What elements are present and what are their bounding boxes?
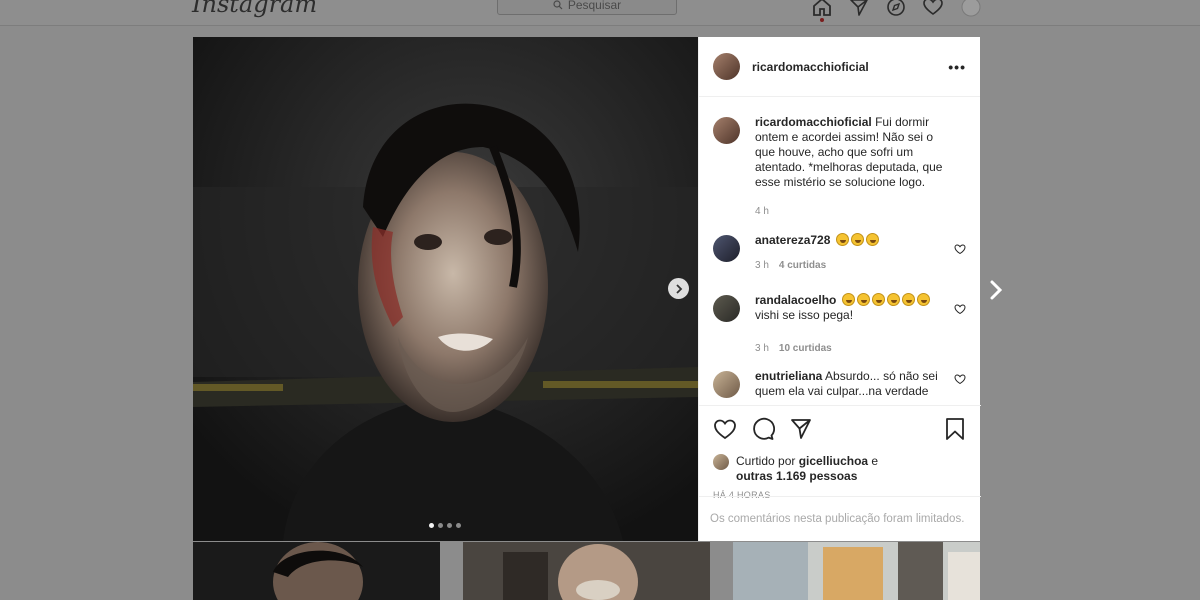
comment-item: anatereza728 3 h 4 curtidas xyxy=(713,233,966,293)
liked-by-suffix: e xyxy=(871,454,879,468)
caption: ricardomacchioficial Fui dormir ontem e … xyxy=(713,115,966,233)
carousel-dot xyxy=(438,523,443,528)
commenter-username[interactable]: anatereza728 xyxy=(755,233,830,247)
commenter-username[interactable]: enutrieliana xyxy=(755,369,822,383)
post-modal: ricardomacchioficial ••• ricardomacchiof… xyxy=(193,37,981,541)
carousel-dot xyxy=(429,523,434,528)
activity-heart-icon[interactable] xyxy=(922,0,944,18)
carousel-next-button[interactable] xyxy=(668,278,689,299)
chevron-right-icon xyxy=(676,283,683,294)
comment-time[interactable]: 3 h xyxy=(755,260,769,271)
caption-avatar[interactable] xyxy=(713,117,740,144)
active-page-indicator xyxy=(820,18,824,22)
home-icon[interactable] xyxy=(811,0,833,18)
laughing-emoji-icon xyxy=(841,293,855,306)
comments-list[interactable]: ricardomacchioficial Fui dormir ontem e … xyxy=(699,97,980,407)
share-icon[interactable] xyxy=(789,417,813,441)
laughing-emoji-icon xyxy=(916,293,930,306)
liker-avatar[interactable] xyxy=(713,454,729,470)
laughing-emoji-icon xyxy=(856,293,870,306)
related-post-thumbnail[interactable] xyxy=(193,542,440,600)
liked-by: Curtido por gicelliuchoa e outras 1.169 … xyxy=(713,454,967,484)
comment-time[interactable]: 3 h xyxy=(755,343,769,354)
related-post-thumbnail[interactable] xyxy=(733,542,980,600)
caption-time[interactable]: 4 h xyxy=(755,206,769,217)
direct-icon[interactable] xyxy=(848,0,870,18)
laughing-emoji-icon xyxy=(865,233,879,246)
instagram-logo[interactable]: Instagram xyxy=(192,0,317,18)
liked-by-prefix: Curtido por xyxy=(736,454,796,468)
more-options-icon[interactable]: ••• xyxy=(948,59,966,75)
photo-scene xyxy=(193,37,698,541)
comment-like-heart-icon[interactable] xyxy=(954,373,966,385)
search-icon xyxy=(553,0,563,9)
comment-item: enutrieliana Absurdo... só não sei quem … xyxy=(713,369,966,407)
top-navigation: Instagram Pesquisar xyxy=(0,0,1200,26)
comment-likes[interactable]: 10 curtidas xyxy=(779,343,832,354)
related-posts-grid xyxy=(193,542,980,600)
comment-like-heart-icon[interactable] xyxy=(954,243,966,255)
post-sidebar: ricardomacchioficial ••• ricardomacchiof… xyxy=(698,37,981,541)
post-photo[interactable] xyxy=(193,37,698,541)
liked-by-user[interactable]: gicelliuchoa xyxy=(799,454,868,468)
like-heart-icon[interactable] xyxy=(713,417,737,441)
commenter-avatar[interactable] xyxy=(713,235,740,262)
post-actions: Curtido por gicelliuchoa e outras 1.169 … xyxy=(699,405,981,500)
related-post-thumbnail[interactable] xyxy=(463,542,710,600)
laughing-emoji-icon xyxy=(871,293,885,306)
author-avatar[interactable] xyxy=(713,53,740,80)
author-username[interactable]: ricardomacchioficial xyxy=(752,60,869,74)
laughing-emoji-icon xyxy=(901,293,915,306)
laughing-emoji-icon xyxy=(835,233,849,246)
save-bookmark-icon[interactable] xyxy=(943,417,967,441)
commenter-avatar[interactable] xyxy=(713,371,740,398)
comments-limited-notice: Os comentários nesta publicação foram li… xyxy=(699,496,981,541)
carousel-indicator xyxy=(429,523,461,528)
caption-username[interactable]: ricardomacchioficial xyxy=(755,115,872,129)
carousel-dot xyxy=(447,523,452,528)
profile-avatar[interactable] xyxy=(960,0,982,18)
laughing-emoji-icon xyxy=(886,293,900,306)
carousel-dot xyxy=(456,523,461,528)
search-placeholder: Pesquisar xyxy=(567,0,622,12)
next-post-chevron-icon[interactable] xyxy=(986,278,1006,302)
liked-by-others[interactable]: outras 1.169 pessoas xyxy=(736,469,857,483)
commenter-username[interactable]: randalacoelho xyxy=(755,293,836,307)
comment-text: vishi se isso pega! xyxy=(755,308,854,322)
comment-like-heart-icon[interactable] xyxy=(954,303,966,315)
comment-item: randalacoelho vishi se isso pega! 3 h 10 … xyxy=(713,293,966,369)
search-input[interactable]: Pesquisar xyxy=(497,0,677,15)
explore-icon[interactable] xyxy=(885,0,907,18)
comment-likes[interactable]: 4 curtidas xyxy=(779,260,826,271)
comment-icon[interactable] xyxy=(751,417,775,441)
post-header: ricardomacchioficial ••• xyxy=(699,37,980,97)
commenter-avatar[interactable] xyxy=(713,295,740,322)
laughing-emoji-icon xyxy=(850,233,864,246)
